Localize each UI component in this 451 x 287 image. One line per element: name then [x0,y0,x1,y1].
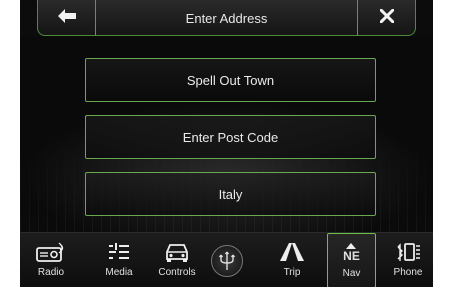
nav-label: Controls [158,267,196,278]
nav-nav[interactable]: NE Nav [327,233,376,287]
close-button[interactable] [357,0,415,36]
option-label: Italy [218,186,243,202]
nav-label: Nav [342,268,361,279]
nav-label: Trip [283,267,301,278]
car-icon [164,239,190,265]
nav-media[interactable]: Media [96,233,142,287]
road-icon [278,239,306,265]
compass-heading: NE [343,249,360,263]
nav-label: Phone [393,267,423,278]
option-label: Spell Out Town [186,72,275,88]
nav-trip[interactable]: Trip [270,233,314,287]
country-italy-button[interactable]: Italy [85,172,376,216]
nav-phone[interactable]: Phone [386,233,430,287]
close-icon [379,8,394,28]
compass-icon: NE [343,240,360,266]
trident-logo [211,245,243,277]
bottom-nav-bar: Radio Media Controls Trip NE Nav Phone [20,232,433,287]
nav-radio[interactable]: Radio [28,233,74,287]
header-bar: Enter Address [37,0,416,36]
address-options-panel: Spell Out Town Enter Post Code Italy [20,36,433,232]
back-button[interactable] [38,0,96,36]
radio-icon [36,239,66,265]
nav-controls[interactable]: Controls [152,233,202,287]
left-arrow-icon [57,8,76,28]
enter-post-code-button[interactable]: Enter Post Code [85,115,376,159]
spell-out-town-button[interactable]: Spell Out Town [85,58,376,102]
phone-icon [395,239,421,265]
page-title: Enter Address [185,11,268,26]
brand-logo-button[interactable] [210,235,244,287]
option-label: Enter Post Code [182,129,279,145]
media-icon [107,239,131,265]
nav-label: Media [105,267,133,278]
nav-label: Radio [37,267,65,278]
infotainment-screen: Enter Address Spell Out Town Enter Post … [20,0,433,287]
